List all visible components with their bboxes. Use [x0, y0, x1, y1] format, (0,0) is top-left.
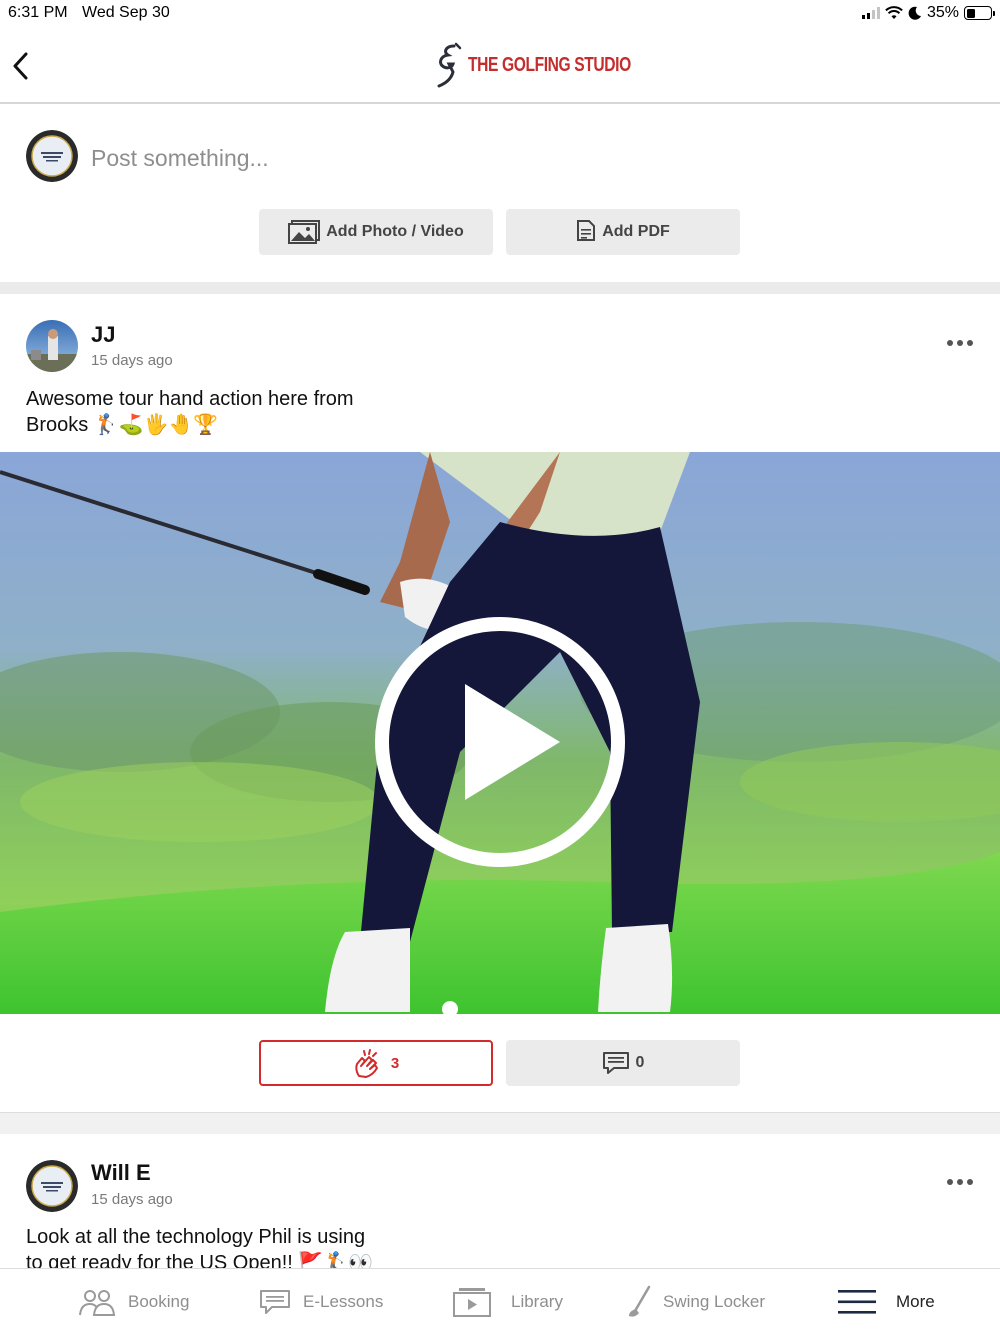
- chevron-left-icon: [13, 52, 28, 80]
- comment-button[interactable]: 0: [506, 1040, 740, 1086]
- clapping-hands-icon: [355, 1049, 378, 1078]
- back-button[interactable]: [6, 46, 36, 86]
- chat-icon: [260, 1290, 290, 1314]
- photo-icon: [288, 220, 321, 244]
- tab-more[interactable]: More: [838, 1269, 935, 1334]
- bottom-tab-bar: Booking E-Lessons Library Swing Locker M…: [0, 1268, 1000, 1334]
- post-more-options-button[interactable]: [946, 338, 974, 348]
- people-icon: [79, 1290, 116, 1316]
- status-indicators: 35%: [861, 4, 995, 22]
- app-header: THE GOLFING STUDIO: [0, 28, 1000, 104]
- tab-swing-locker[interactable]: Swing Locker: [627, 1269, 765, 1334]
- post-author[interactable]: JJ: [91, 322, 115, 348]
- wifi-icon: [885, 6, 903, 19]
- tab-label: Swing Locker: [663, 1292, 766, 1311]
- tab-label: Library: [511, 1292, 563, 1311]
- add-pdf-button[interactable]: Add PDF: [506, 209, 740, 255]
- add-photo-video-label: Add Photo / Video: [326, 223, 464, 240]
- post-video[interactable]: [0, 452, 1000, 1014]
- tab-booking[interactable]: Booking: [78, 1269, 189, 1334]
- section-divider: [0, 1112, 1000, 1134]
- post-timestamp: 15 days ago: [91, 1191, 173, 1208]
- comment-icon: [602, 1052, 629, 1074]
- hamburger-menu-icon: [838, 1290, 876, 1314]
- tab-e-lessons[interactable]: E-Lessons: [259, 1269, 383, 1334]
- tab-label: More: [896, 1292, 935, 1311]
- post-body-text: Look at all the technology Phil is using…: [26, 1226, 374, 1268]
- status-time: 6:31 PM: [8, 4, 68, 21]
- video-library-icon: [453, 1288, 491, 1317]
- battery-icon: [964, 6, 995, 20]
- app-logo: THE GOLFING STUDIO: [434, 42, 677, 88]
- play-icon[interactable]: [370, 612, 630, 872]
- post-author[interactable]: Will E: [91, 1160, 151, 1186]
- comment-count: 0: [635, 1054, 645, 1071]
- clap-count: 3: [390, 1054, 400, 1072]
- status-date: Wed Sep 30: [82, 4, 170, 21]
- clap-button[interactable]: 3: [259, 1040, 493, 1086]
- post-composer: Add Photo / Video Add PDF: [0, 104, 1000, 282]
- feed-post: Will E 15 days ago Look at all the techn…: [0, 1134, 1000, 1268]
- avatar: [26, 130, 78, 182]
- logo-text: THE GOLFING STUDIO: [468, 53, 631, 76]
- post-more-options-button[interactable]: [946, 1177, 974, 1187]
- tab-library[interactable]: Library: [453, 1269, 563, 1334]
- tab-label: E-Lessons: [303, 1292, 384, 1311]
- post-body-text: Awesome tour hand action here from Brook…: [26, 388, 354, 436]
- moon-icon: [908, 6, 921, 20]
- add-pdf-label: Add PDF: [602, 223, 670, 240]
- tab-label: Booking: [128, 1292, 190, 1311]
- post-input[interactable]: [91, 140, 891, 176]
- add-photo-video-button[interactable]: Add Photo / Video: [259, 209, 493, 255]
- section-divider: [0, 282, 1000, 294]
- avatar: [26, 320, 78, 372]
- cellular-signal-icon: [861, 7, 880, 19]
- pdf-document-icon: [577, 220, 596, 241]
- avatar: [26, 1160, 78, 1212]
- post-timestamp: 15 days ago: [91, 352, 173, 369]
- status-bar: 6:31 PM Wed Sep 30 35%: [0, 0, 1000, 28]
- golf-club-icon: [629, 1285, 651, 1317]
- battery-percent: 35%: [926, 4, 959, 21]
- golfing-studio-logo-icon: [437, 42, 462, 88]
